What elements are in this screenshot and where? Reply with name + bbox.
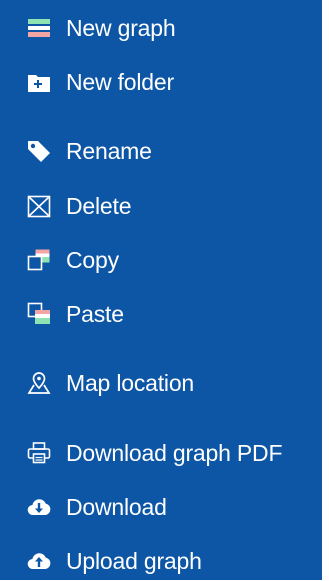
menu-item-download[interactable]: Download <box>0 487 322 527</box>
menu-item-upload-graph[interactable]: Upload graph <box>0 541 322 581</box>
menu-item-label: Download <box>66 494 167 520</box>
cloud-upload-icon <box>26 541 56 581</box>
menu-item-delete[interactable]: Delete <box>0 186 322 226</box>
menu-item-new-folder[interactable]: New folder <box>0 62 322 102</box>
menu-item-label: Rename <box>66 138 152 164</box>
tag-icon <box>26 131 56 171</box>
menu-item-rename[interactable]: Rename <box>0 131 322 171</box>
menu-item-label: Map location <box>66 370 195 396</box>
paste-icon <box>26 294 56 334</box>
menu-item-map-location[interactable]: Map location <box>0 363 322 403</box>
menu-item-label: Download graph PDF <box>66 440 283 466</box>
menu-item-label: New graph <box>66 15 176 41</box>
menu-item-label: Delete <box>66 193 132 219</box>
new-graph-icon <box>26 8 56 48</box>
context-menu: New graph New folder Rename Delete Copy … <box>0 0 322 580</box>
copy-icon <box>26 240 56 280</box>
cloud-download-icon <box>26 487 56 527</box>
menu-item-label: Paste <box>66 301 124 327</box>
menu-item-label: Copy <box>66 247 119 273</box>
menu-item-new-graph[interactable]: New graph <box>0 8 322 48</box>
map-location-icon <box>26 363 56 403</box>
menu-item-label: New folder <box>66 69 174 95</box>
menu-item-label: Upload graph <box>66 548 202 574</box>
printer-icon <box>26 433 56 473</box>
menu-item-download-graph-pdf[interactable]: Download graph PDF <box>0 433 322 473</box>
new-folder-icon <box>26 62 56 102</box>
delete-icon <box>26 186 56 226</box>
menu-item-paste[interactable]: Paste <box>0 294 322 334</box>
menu-item-copy[interactable]: Copy <box>0 240 322 280</box>
